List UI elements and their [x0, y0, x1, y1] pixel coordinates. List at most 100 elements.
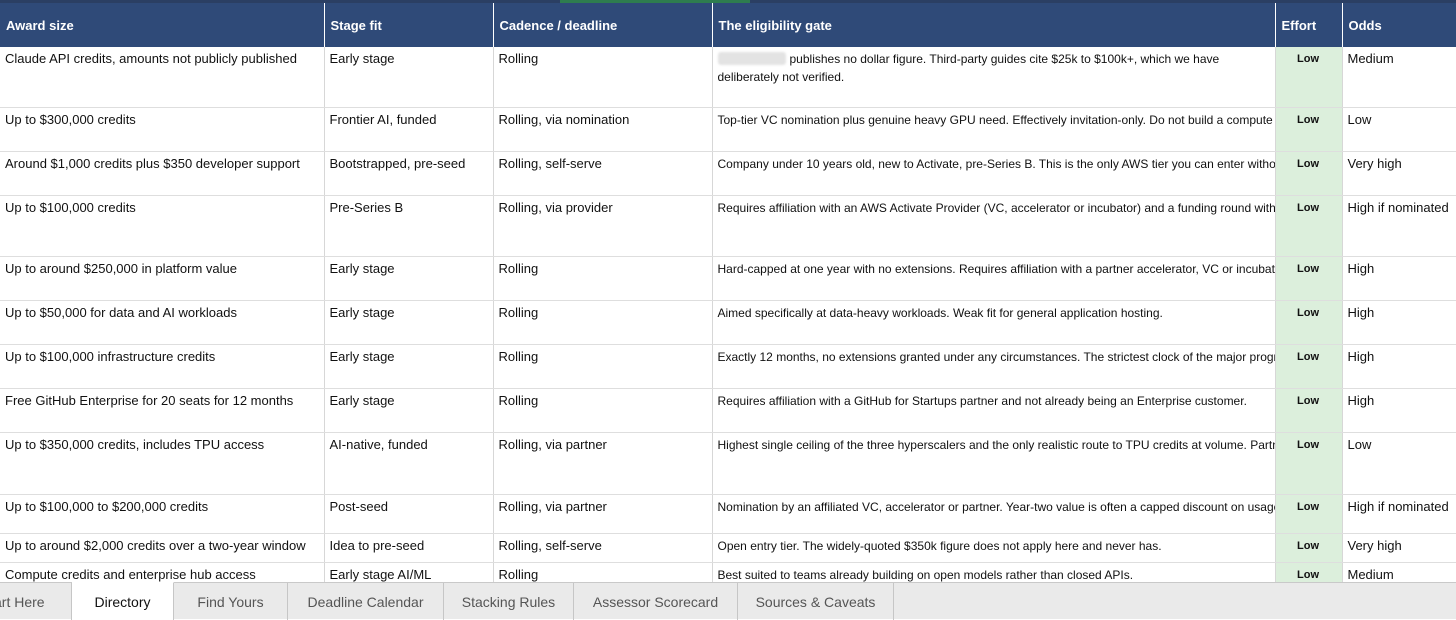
tab-sources-caveats[interactable]: Sources & Caveats: [738, 583, 894, 620]
cell-odds[interactable]: High: [1342, 300, 1456, 345]
cell-cadence[interactable]: Rolling: [493, 388, 713, 433]
cell-odds[interactable]: Low: [1342, 432, 1456, 495]
cell-effort[interactable]: Low: [1275, 151, 1343, 196]
cell-odds[interactable]: High: [1342, 344, 1456, 389]
cell-cadence[interactable]: Rolling: [493, 300, 713, 345]
cell-effort[interactable]: Low: [1275, 562, 1343, 585]
cell-stage[interactable]: Early stage: [324, 388, 494, 433]
cell-stage[interactable]: Early stage: [324, 344, 494, 389]
cell-award[interactable]: Up to $300,000 credits: [0, 107, 325, 152]
cell-odds[interactable]: Medium: [1342, 47, 1456, 108]
cell-award[interactable]: Up to around $250,000 in platform value: [0, 256, 325, 301]
cell-gate-text: publishes no dollar figure. Third-party …: [717, 52, 1220, 84]
header-award-size[interactable]: Award size: [0, 3, 325, 47]
tab-find-yours[interactable]: Find Yours: [174, 583, 288, 620]
header-eligibility-gate[interactable]: The eligibility gate: [712, 3, 1276, 47]
cell-odds[interactable]: High if nominated: [1342, 494, 1456, 534]
cell-stage[interactable]: AI-native, funded: [324, 432, 494, 495]
cell-effort[interactable]: Low: [1275, 47, 1343, 108]
cell-cadence[interactable]: Rolling: [493, 256, 713, 301]
cell-effort[interactable]: Low: [1275, 533, 1343, 563]
cell-cadence[interactable]: Rolling, via nomination: [493, 107, 713, 152]
cell-cadence[interactable]: Rolling, via provider: [493, 195, 713, 257]
cell-stage[interactable]: Bootstrapped, pre-seed: [324, 151, 494, 196]
table-row: Compute credits and enterprise hub acces…: [0, 562, 1456, 585]
cell-effort[interactable]: Low: [1275, 300, 1343, 345]
cell-effort[interactable]: Low: [1275, 195, 1343, 257]
cell-award[interactable]: Up to $100,000 infrastructure credits: [0, 344, 325, 389]
tab-directory[interactable]: Directory: [72, 582, 174, 620]
header-odds[interactable]: Odds: [1342, 3, 1456, 47]
cell-award[interactable]: Free GitHub Enterprise for 20 seats for …: [0, 388, 325, 433]
cell-gate[interactable]: Requires affiliation with an AWS Activat…: [712, 195, 1276, 257]
cell-cadence[interactable]: Rolling: [493, 562, 713, 585]
cell-cadence[interactable]: Rolling, self-serve: [493, 151, 713, 196]
cell-effort[interactable]: Low: [1275, 432, 1343, 495]
redacted-name: [717, 52, 786, 65]
cell-odds[interactable]: High if nominated: [1342, 195, 1456, 257]
cell-effort[interactable]: Low: [1275, 388, 1343, 433]
cell-gate[interactable]: Highest single ceiling of the three hype…: [712, 432, 1276, 495]
cell-gate[interactable]: publishes no dollar figure. Third-party …: [712, 47, 1276, 108]
sheet-tab-bar: art Here Directory Find Yours Deadline C…: [0, 582, 1456, 620]
cell-cadence[interactable]: Rolling, self-serve: [493, 533, 713, 563]
cell-gate[interactable]: Exactly 12 months, no extensions granted…: [712, 344, 1276, 389]
cell-gate[interactable]: Aimed specifically at data-heavy workloa…: [712, 300, 1276, 345]
table-row: Up to $50,000 for data and AI workloads …: [0, 300, 1456, 345]
cell-cadence[interactable]: Rolling: [493, 47, 713, 108]
cell-cadence[interactable]: Rolling: [493, 344, 713, 389]
table-row: Up to around $2,000 credits over a two-y…: [0, 533, 1456, 563]
cell-odds[interactable]: Low: [1342, 107, 1456, 152]
cell-award[interactable]: Claude API credits, amounts not publicly…: [0, 47, 325, 108]
cell-gate[interactable]: Open entry tier. The widely-quoted $350k…: [712, 533, 1276, 563]
table-row: Claude API credits, amounts not publicly…: [0, 47, 1456, 108]
table-row: Up to $350,000 credits, includes TPU acc…: [0, 432, 1456, 495]
tab-start-here[interactable]: art Here: [0, 583, 72, 620]
cell-gate[interactable]: Hard-capped at one year with no extensio…: [712, 256, 1276, 301]
cell-effort[interactable]: Low: [1275, 494, 1343, 534]
cell-stage[interactable]: Pre-Series B: [324, 195, 494, 257]
cell-odds[interactable]: High: [1342, 388, 1456, 433]
tab-assessor-scorecard[interactable]: Assessor Scorecard: [574, 583, 738, 620]
cell-odds[interactable]: Medium: [1342, 562, 1456, 585]
cell-gate[interactable]: Best suited to teams already building on…: [712, 562, 1276, 585]
cell-stage[interactable]: Early stage: [324, 47, 494, 108]
table-row: Up to $100,000 infrastructure credits Ea…: [0, 344, 1456, 389]
table-row: Up to $100,000 to $200,000 credits Post-…: [0, 494, 1456, 534]
cell-effort[interactable]: Low: [1275, 344, 1343, 389]
cell-stage[interactable]: Frontier AI, funded: [324, 107, 494, 152]
cell-award[interactable]: Compute credits and enterprise hub acces…: [0, 562, 325, 585]
cell-award[interactable]: Up to around $2,000 credits over a two-y…: [0, 533, 325, 563]
cell-effort[interactable]: Low: [1275, 107, 1343, 152]
cell-gate[interactable]: Nomination by an affiliated VC, accelera…: [712, 494, 1276, 534]
tab-stacking-rules[interactable]: Stacking Rules: [444, 583, 574, 620]
cell-stage[interactable]: Early stage AI/ML: [324, 562, 494, 585]
cell-cadence[interactable]: Rolling, via partner: [493, 494, 713, 534]
header-row: Award size Stage fit Cadence / deadline …: [0, 3, 1456, 47]
cell-award[interactable]: Up to $100,000 credits: [0, 195, 325, 257]
table-row: Free GitHub Enterprise for 20 seats for …: [0, 388, 1456, 433]
cell-odds[interactable]: High: [1342, 256, 1456, 301]
table-row: Up to around $250,000 in platform value …: [0, 256, 1456, 301]
header-stage-fit[interactable]: Stage fit: [324, 3, 494, 47]
table-row: Around $1,000 credits plus $350 develope…: [0, 151, 1456, 196]
cell-award[interactable]: Up to $50,000 for data and AI workloads: [0, 300, 325, 345]
cell-effort[interactable]: Low: [1275, 256, 1343, 301]
cell-odds[interactable]: Very high: [1342, 533, 1456, 563]
cell-gate[interactable]: Requires affiliation with a GitHub for S…: [712, 388, 1276, 433]
cell-stage[interactable]: Idea to pre-seed: [324, 533, 494, 563]
header-effort[interactable]: Effort: [1275, 3, 1343, 47]
cell-gate[interactable]: Company under 10 years old, new to Activ…: [712, 151, 1276, 196]
cell-award[interactable]: Up to $350,000 credits, includes TPU acc…: [0, 432, 325, 495]
cell-odds[interactable]: Very high: [1342, 151, 1456, 196]
cell-stage[interactable]: Post-seed: [324, 494, 494, 534]
cell-award[interactable]: Up to $100,000 to $200,000 credits: [0, 494, 325, 534]
header-cadence[interactable]: Cadence / deadline: [493, 3, 713, 47]
cell-cadence[interactable]: Rolling, via partner: [493, 432, 713, 495]
cell-stage[interactable]: Early stage: [324, 256, 494, 301]
tab-deadline-calendar[interactable]: Deadline Calendar: [288, 583, 444, 620]
cell-stage[interactable]: Early stage: [324, 300, 494, 345]
cell-gate[interactable]: Top-tier VC nomination plus genuine heav…: [712, 107, 1276, 152]
table-row: Up to $300,000 credits Frontier AI, fund…: [0, 107, 1456, 152]
cell-award[interactable]: Around $1,000 credits plus $350 develope…: [0, 151, 325, 196]
